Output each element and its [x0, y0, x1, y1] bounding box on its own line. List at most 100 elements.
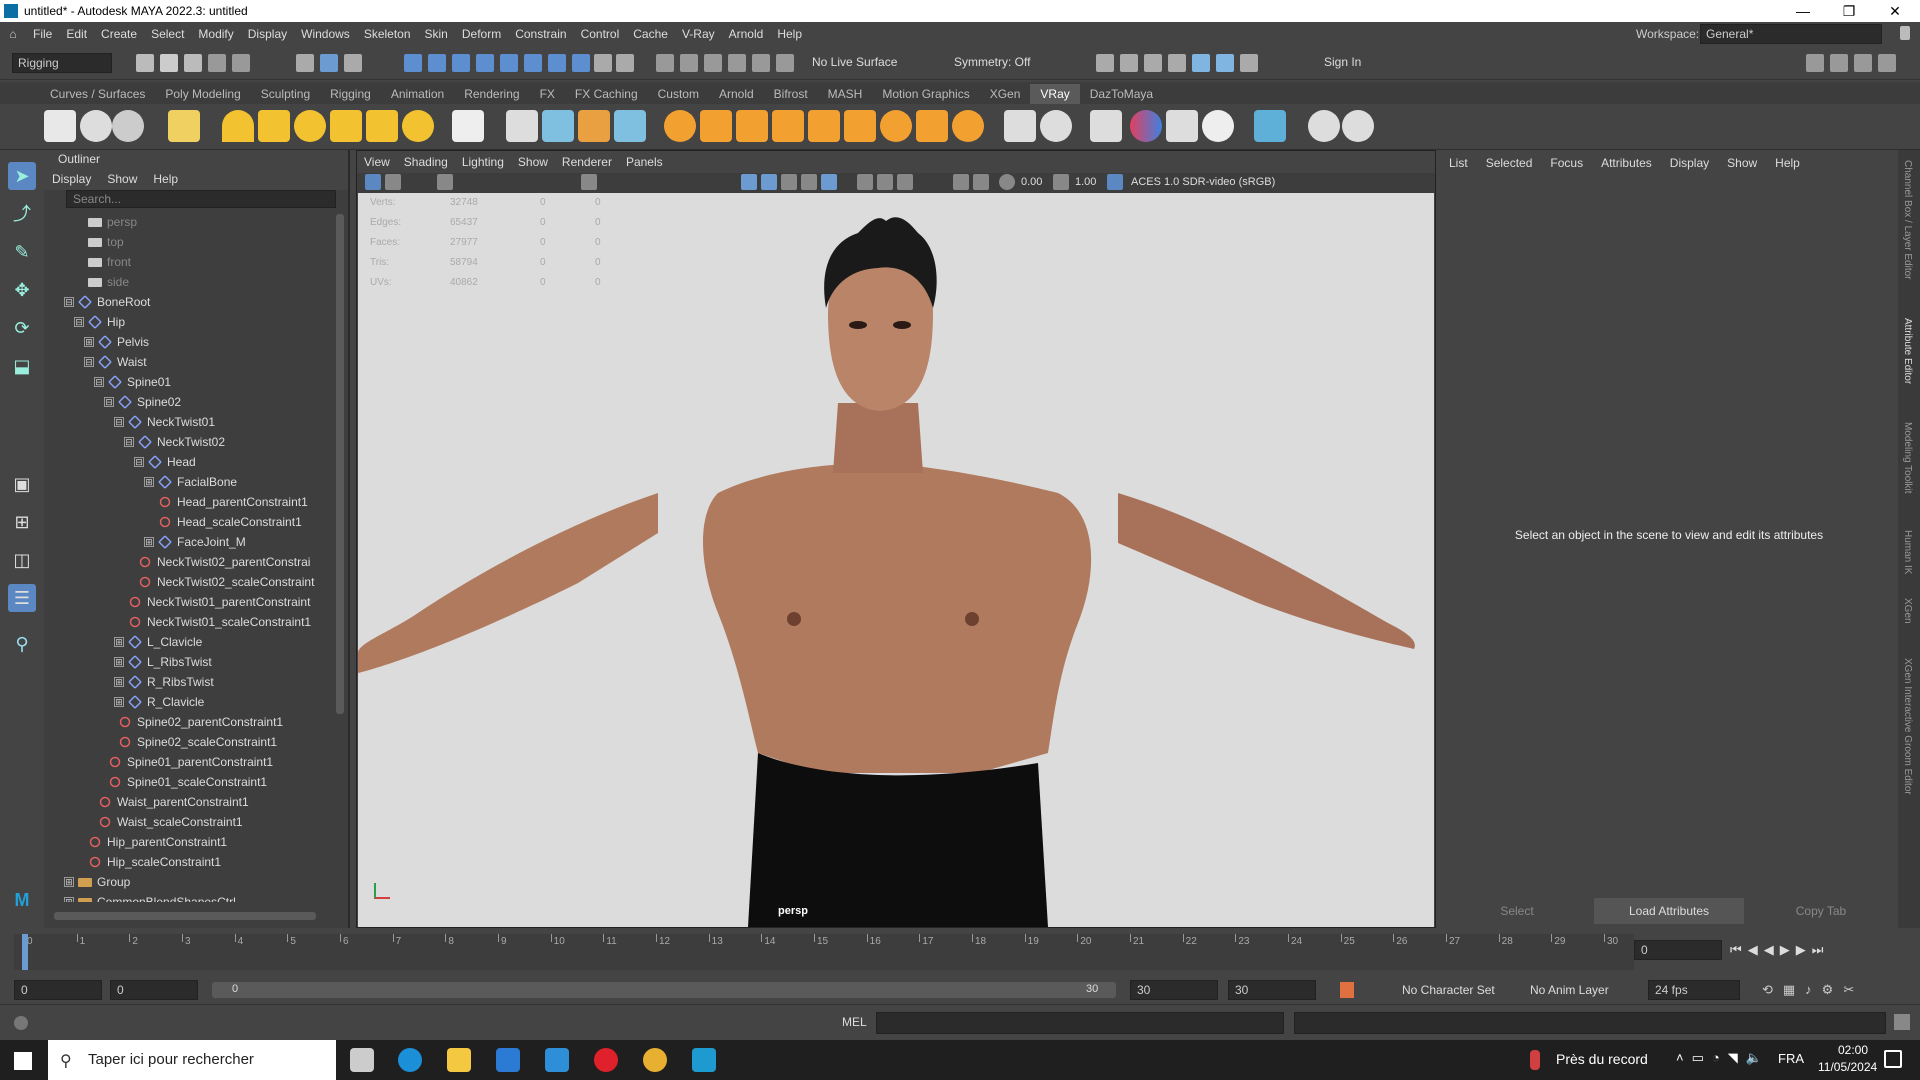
gamma-value[interactable]: 1.00	[1075, 176, 1096, 188]
fur-icon[interactable]	[614, 110, 646, 142]
menu-display[interactable]: Display	[241, 22, 294, 46]
attr-menu-focus[interactable]: Focus	[1541, 156, 1592, 170]
outliner-search-input[interactable]: Search...	[66, 190, 336, 208]
shelf-tab-fx[interactable]: FX	[530, 84, 565, 104]
expand-toggle-icon[interactable]: ⊞	[84, 337, 94, 347]
construction-history-icon[interactable]	[680, 54, 698, 72]
snap-projected-icon[interactable]	[476, 54, 494, 72]
shelf-tab-motion-graphics[interactable]: Motion Graphics	[872, 84, 979, 104]
proxy-import-icon[interactable]	[542, 110, 574, 142]
expand-toggle-icon[interactable]: ⊞	[114, 657, 124, 667]
maximize-button[interactable]: ❐	[1826, 0, 1872, 22]
expand-toggle-icon[interactable]: ⊟	[114, 417, 124, 427]
shelf-tab-daztomaya[interactable]: DazToMaya	[1080, 84, 1163, 104]
end-frame-field[interactable]: 30	[1130, 980, 1218, 1000]
outliner-item[interactable]: ⊞ R_RibsTwist	[114, 672, 214, 692]
undo-icon[interactable]	[208, 54, 226, 72]
outliner-menu-help[interactable]: Help	[145, 172, 186, 186]
shelf-tab-fx-caching[interactable]: FX Caching	[565, 84, 648, 104]
anim-end-field[interactable]: 30	[1228, 980, 1316, 1000]
fps-dropdown[interactable]: 24 fps	[1648, 980, 1740, 1000]
expand-toggle-icon[interactable]: ⊟	[134, 457, 144, 467]
outliner-item[interactable]: NeckTwist02_parentConstrai	[124, 552, 310, 572]
sphere-fade-icon[interactable]	[880, 110, 912, 142]
tab-attribute-editor[interactable]: Attribute Editor	[1902, 318, 1913, 384]
lock-icon[interactable]	[1900, 26, 1910, 40]
file-explorer-icon[interactable]	[447, 1048, 471, 1072]
render-view-icon[interactable]	[1096, 54, 1114, 72]
mesh-light-icon[interactable]	[330, 110, 362, 142]
scale-tool-icon[interactable]: ⬓	[8, 352, 36, 380]
outliner-item[interactable]: Waist_parentConstraint1	[84, 792, 249, 812]
workspace-dropdown[interactable]: General*	[1700, 24, 1882, 44]
plane-icon[interactable]	[452, 110, 484, 142]
close-button[interactable]: ✕	[1872, 0, 1918, 22]
character-set-dropdown[interactable]: No Character Set	[1402, 983, 1495, 997]
weather-text[interactable]: Près du record	[1556, 1051, 1648, 1067]
mel-label[interactable]: MEL	[842, 1015, 867, 1029]
menu-control[interactable]: Control	[574, 22, 627, 46]
outliner-item[interactable]: ⊞ Pelvis	[84, 332, 149, 352]
outliner-menu-display[interactable]: Display	[44, 172, 99, 186]
shelf-tab-bifrost[interactable]: Bifrost	[764, 84, 818, 104]
vp-menu-lighting[interactable]: Lighting	[455, 155, 511, 169]
expand-toggle-icon[interactable]: ⊟	[124, 437, 134, 447]
expand-toggle-icon[interactable]: ⊞	[114, 637, 124, 647]
vray-logo-icon[interactable]	[1342, 110, 1374, 142]
vp-menu-panels[interactable]: Panels	[619, 155, 670, 169]
attribute-editor-icon[interactable]	[1854, 54, 1872, 72]
outliner-item[interactable]: ⊞ Group	[64, 872, 130, 892]
vray-toggle-icon[interactable]	[168, 110, 200, 142]
outliner-item[interactable]: front	[74, 252, 131, 272]
menu-skeleton[interactable]: Skeleton	[357, 22, 418, 46]
script-editor-icon[interactable]	[1894, 1014, 1910, 1030]
bookmark-icon[interactable]	[437, 174, 453, 190]
camera-select-icon[interactable]	[365, 174, 381, 190]
menu-help[interactable]: Help	[770, 22, 809, 46]
edge-icon[interactable]	[398, 1048, 422, 1072]
vray-vfb-icon[interactable]	[1192, 54, 1210, 72]
vrscene-icon[interactable]	[578, 110, 610, 142]
attr-menu-display[interactable]: Display	[1661, 156, 1718, 170]
snap-grid-icon[interactable]	[404, 54, 422, 72]
notifications-icon[interactable]	[1884, 1050, 1902, 1068]
expand-toggle-icon[interactable]: ⊞	[114, 677, 124, 687]
tab-channel-box[interactable]: Channel Box / Layer Editor	[1902, 160, 1913, 280]
aa-icon[interactable]	[897, 174, 913, 190]
menu-create[interactable]: Create	[94, 22, 144, 46]
ies-light-icon[interactable]	[366, 110, 398, 142]
outliner-item[interactable]: Waist_scaleConstraint1	[84, 812, 243, 832]
tab-modeling-toolkit[interactable]: Modeling Toolkit	[1902, 422, 1913, 494]
copy-tab-button[interactable]: Copy Tab	[1746, 898, 1896, 924]
symmetry-label[interactable]: Symmetry: Off	[954, 55, 1030, 69]
viewport-canvas[interactable]: Verts: 32748 0 0 Edges: 65437 0 0 Faces: 27977 0…	[358, 193, 1434, 927]
hypershade-icon[interactable]	[776, 54, 794, 72]
help-icon[interactable]	[14, 1016, 28, 1030]
exposure-icon[interactable]	[999, 174, 1015, 190]
four-view-icon[interactable]: ⊞	[8, 508, 36, 536]
textured-icon[interactable]	[781, 174, 797, 190]
tab-xgen-groom[interactable]: XGen Interactive Groom Editor	[1902, 658, 1913, 795]
anim-layer-dropdown[interactable]: No Anim Layer	[1530, 983, 1609, 997]
palette-icon[interactable]	[1166, 110, 1198, 142]
snap-surface-icon[interactable]	[500, 54, 518, 72]
outliner-item[interactable]: side	[74, 272, 129, 292]
daz-import-icon[interactable]	[1254, 110, 1286, 142]
new-scene-icon[interactable]	[136, 54, 154, 72]
history-icon[interactable]	[572, 54, 590, 72]
aerial-icon[interactable]	[700, 110, 732, 142]
move-tool-icon[interactable]: ✥	[8, 276, 36, 304]
outliner-item[interactable]: Hip_parentConstraint1	[74, 832, 227, 852]
snap-view-plane-icon[interactable]	[524, 54, 542, 72]
clock-time[interactable]: 02:00	[1838, 1043, 1868, 1057]
outliner-item[interactable]: Spine02_scaleConstraint1	[104, 732, 277, 752]
time-slider-track[interactable]: 0 1 2 3 4 5 6 7 8 9 10 11 12 13 14 15 16 17 18 19 20 21 22 23 24…	[14, 934, 1634, 970]
env-fog-icon[interactable]	[664, 110, 696, 142]
outliner-item[interactable]: ⊞ L_Clavicle	[114, 632, 202, 652]
select-button[interactable]: Select	[1442, 898, 1592, 924]
open-scene-icon[interactable]	[160, 54, 178, 72]
menu-constrain[interactable]: Constrain	[508, 22, 573, 46]
outliner-item[interactable]: ⊟ Hip	[74, 312, 125, 332]
outliner-item[interactable]: Spine02_parentConstraint1	[104, 712, 283, 732]
camera-attributes-icon[interactable]	[385, 174, 401, 190]
